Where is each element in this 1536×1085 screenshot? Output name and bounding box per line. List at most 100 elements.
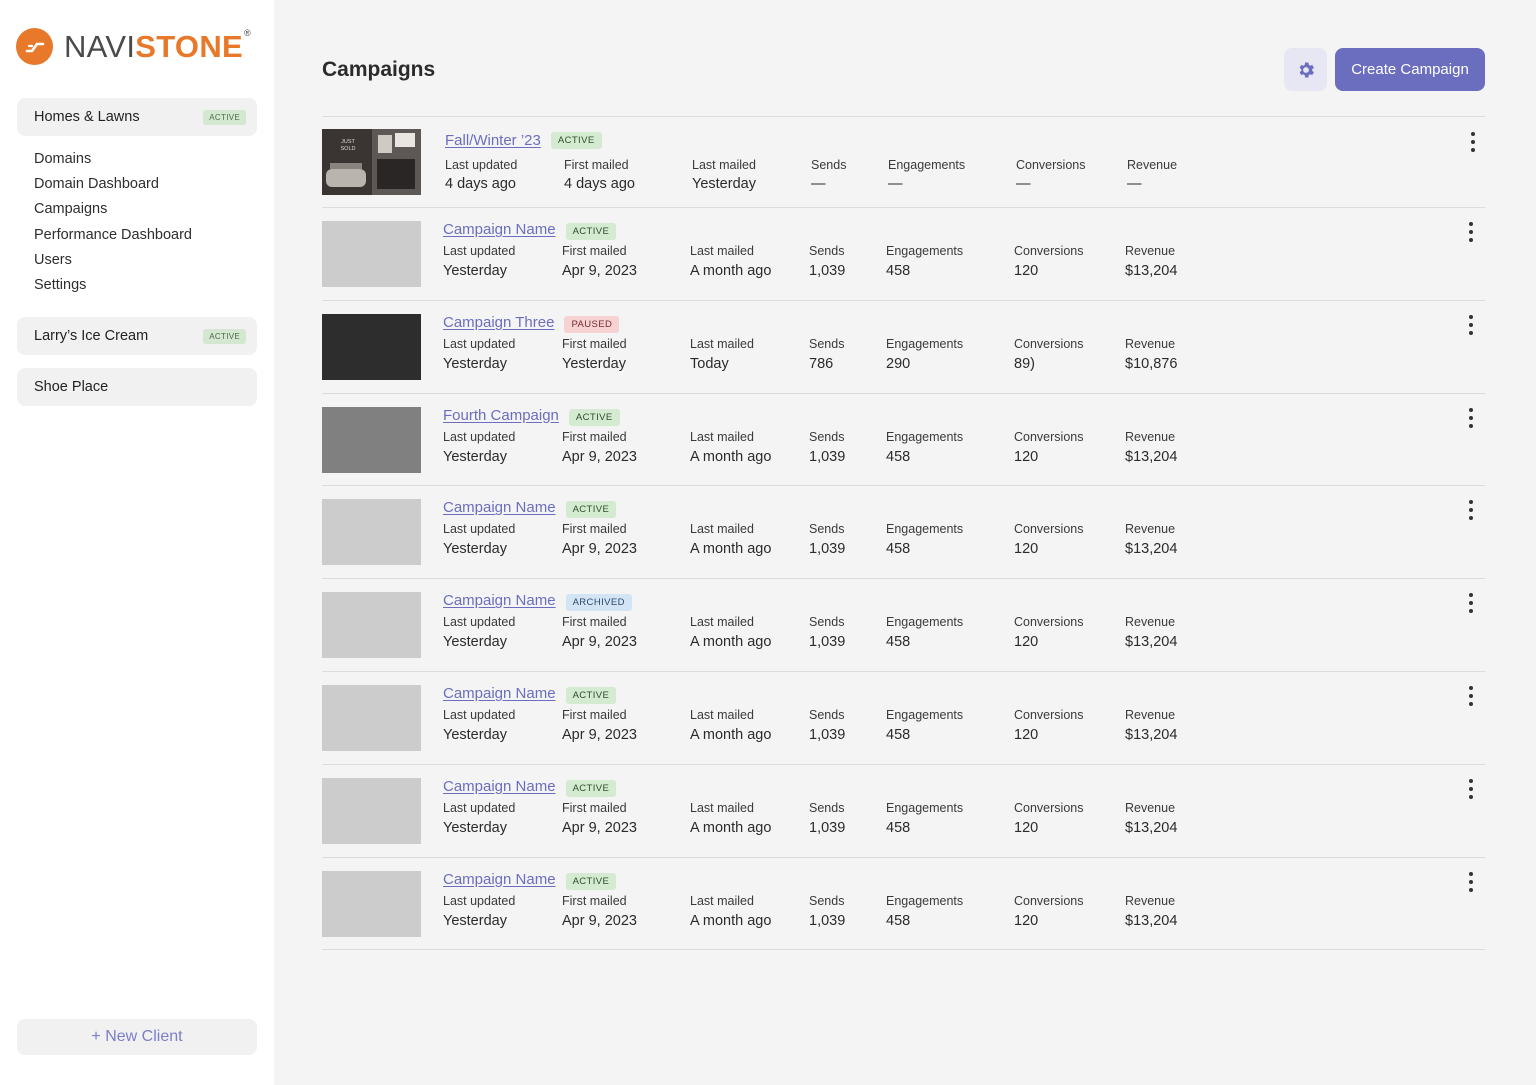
col-label: Revenue	[1125, 429, 1176, 444]
col-label: First mailed	[562, 800, 627, 815]
col-value: 120	[1014, 263, 1039, 279]
client-name: Shoe Place	[34, 379, 109, 395]
col-value: 120	[1014, 541, 1039, 558]
campaign-thumbnail[interactable]	[322, 777, 421, 844]
col-label: Sends	[809, 615, 845, 630]
col-value: 120	[1014, 448, 1039, 465]
col-value: 1,039	[809, 263, 846, 279]
col-label: Conversions	[1014, 707, 1084, 722]
more-options-icon[interactable]	[1467, 407, 1475, 428]
campaign-row: Campaign Name ACTIVE Last updated Yesterd…	[322, 486, 1485, 580]
col-value: $13,204	[1125, 819, 1178, 836]
campaign-thumbnail[interactable]	[322, 592, 421, 659]
campaign-name-link[interactable]: Campaign Name	[443, 221, 556, 238]
more-options-icon[interactable]	[1467, 685, 1475, 706]
col-value: Today	[690, 355, 729, 372]
campaign-thumbnail[interactable]	[322, 221, 421, 287]
more-options-icon[interactable]	[1467, 314, 1475, 335]
campaign-status-badge: ACTIVE	[565, 779, 617, 797]
nav-settings[interactable]: Settings	[34, 273, 192, 298]
col-value: 458	[886, 263, 911, 279]
col-label: Revenue	[1125, 893, 1176, 908]
navistone-logo[interactable]: NAVISTONE®	[16, 28, 251, 65]
campaign-status-badge: ACTIVE	[565, 686, 617, 704]
col-value: $13,204	[1125, 726, 1178, 743]
more-options-icon[interactable]	[1467, 593, 1475, 614]
col-label: Last mailed	[690, 244, 754, 258]
col-value: $13,204	[1125, 912, 1178, 929]
col-value: A month ago	[690, 912, 772, 929]
campaign-list: JUST SOLD Fall/Winter ’23 ACTIVE Last upd…	[322, 116, 1485, 951]
col-value: Yesterday	[443, 634, 507, 651]
gear-icon	[1299, 62, 1314, 77]
col-label: Conversions	[1014, 615, 1084, 630]
nav-performance-dashboard[interactable]: Performance Dashboard	[34, 223, 192, 248]
col-label: Revenue	[1125, 615, 1176, 630]
nav-campaigns[interactable]: Campaigns	[34, 197, 192, 222]
col-label: Revenue	[1125, 707, 1176, 722]
campaign-settings-button[interactable]	[1284, 48, 1327, 91]
client-shoe-place[interactable]: Shoe Place	[17, 368, 257, 406]
col-label: Engagements	[886, 893, 964, 908]
more-options-icon[interactable]	[1469, 132, 1477, 152]
col-label: Conversions	[1014, 244, 1084, 258]
campaign-thumbnail[interactable]	[322, 406, 421, 473]
col-label: Engagements	[886, 336, 964, 351]
col-value: 120	[1014, 912, 1039, 929]
more-options-icon[interactable]	[1467, 222, 1475, 242]
new-client-button[interactable]: + New Client	[17, 1019, 257, 1055]
campaign-thumbnail[interactable]	[322, 499, 421, 566]
col-label: Sends	[809, 336, 845, 351]
client-name: Larry’s Ice Cream	[34, 328, 149, 344]
client-status-badge: ACTIVE	[203, 328, 246, 344]
col-label: Last updated	[443, 522, 516, 537]
col-label: First mailed	[564, 158, 629, 172]
campaign-row: Campaign Name ACTIVE Last updated Yesterd…	[322, 208, 1485, 301]
campaign-status-badge: ARCHIVED	[565, 594, 632, 612]
campaign-name-link[interactable]: Campaign Three	[443, 314, 554, 331]
col-value: —	[1016, 176, 1031, 192]
campaign-thumbnail[interactable]	[322, 684, 421, 751]
nav-users[interactable]: Users	[34, 248, 192, 273]
campaign-name-link[interactable]: Campaign Name	[443, 592, 556, 609]
more-options-icon[interactable]	[1467, 778, 1475, 799]
col-value: 4 days ago	[564, 176, 635, 192]
col-label: First mailed	[562, 615, 627, 630]
create-campaign-button[interactable]: Create Campaign	[1335, 48, 1485, 91]
col-label: Last updated	[443, 800, 516, 815]
nav-domain-dashboard[interactable]: Domain Dashboard	[34, 172, 192, 197]
campaign-name-link[interactable]: Fall/Winter ’23	[445, 132, 541, 149]
col-value: 458	[886, 726, 911, 743]
client-larrys-ice-cream[interactable]: Larry’s Ice Cream ACTIVE	[17, 317, 257, 355]
col-value: 1,039	[809, 634, 846, 651]
campaign-status-badge: PAUSED	[564, 315, 620, 333]
col-value: 1,039	[809, 819, 846, 836]
client-homes-and-lawns[interactable]: Homes & Lawns ACTIVE	[17, 98, 257, 136]
campaign-name-link[interactable]: Fourth Campaign	[443, 407, 559, 424]
col-value: 458	[886, 541, 911, 558]
col-value: 458	[886, 819, 911, 836]
col-label: First mailed	[562, 522, 627, 537]
col-label: Last mailed	[690, 707, 754, 722]
col-value: $13,204	[1125, 541, 1178, 558]
nav-domains[interactable]: Domains	[34, 147, 192, 172]
col-value: 120	[1014, 819, 1039, 836]
col-value: 458	[886, 448, 911, 465]
col-value: 1,039	[809, 448, 846, 465]
col-value: 1,039	[809, 726, 846, 743]
campaign-name-link[interactable]: Campaign Name	[443, 499, 556, 516]
campaign-row: Campaign Name ACTIVE Last updated Yesterd…	[322, 765, 1485, 858]
campaign-name-link[interactable]: Campaign Name	[443, 685, 556, 702]
col-label: Conversions	[1014, 336, 1084, 351]
col-label: First mailed	[562, 893, 627, 908]
campaign-thumbnail[interactable]: JUST SOLD	[322, 129, 421, 195]
campaign-thumbnail[interactable]	[322, 313, 421, 380]
col-label: Last mailed	[690, 429, 754, 444]
campaign-name-link[interactable]: Campaign Name	[443, 871, 556, 888]
col-value: 1,039	[809, 912, 846, 929]
more-options-icon[interactable]	[1467, 871, 1475, 892]
campaign-name-link[interactable]: Campaign Name	[443, 778, 556, 795]
col-value: 120	[1014, 634, 1039, 651]
more-options-icon[interactable]	[1467, 500, 1475, 521]
campaign-thumbnail[interactable]	[322, 870, 421, 937]
